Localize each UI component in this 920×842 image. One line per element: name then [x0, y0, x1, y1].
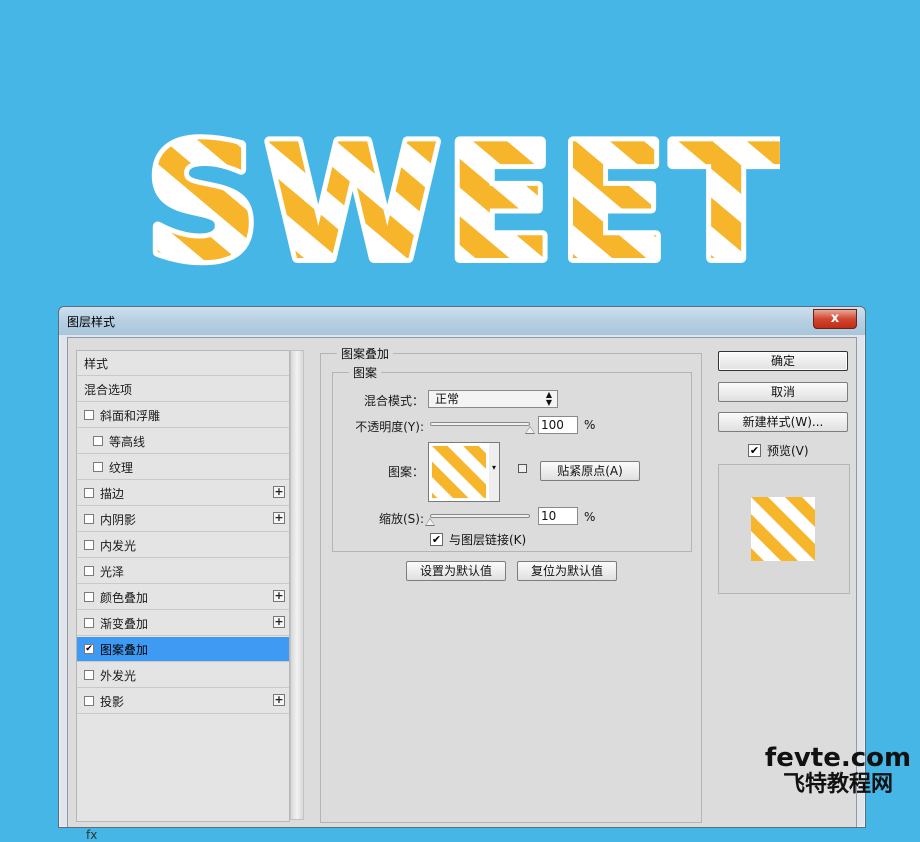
fx-icon[interactable]: fx	[86, 828, 97, 842]
style-list-label: 颜色叠加	[100, 590, 149, 605]
style-checkbox[interactable]	[84, 488, 94, 498]
style-list-item[interactable]: 纹理	[77, 455, 289, 480]
close-icon: x	[830, 311, 840, 326]
preview-label: 预览(V)	[767, 444, 809, 458]
style-checkbox[interactable]	[84, 618, 94, 628]
add-effect-icon[interactable]: +	[273, 590, 285, 602]
style-preview-thumbnail	[751, 497, 815, 561]
style-list-label: 光泽	[100, 564, 125, 579]
scale-input[interactable]: 10	[538, 507, 578, 525]
style-list-label: 等高线	[109, 434, 146, 449]
style-checkbox[interactable]	[93, 436, 103, 446]
style-list-label: 内发光	[100, 538, 137, 553]
pattern-label: 图案：	[387, 465, 424, 479]
style-checkbox[interactable]	[84, 696, 94, 706]
link-with-layer-checkbox[interactable]: ✔ 与图层链接(K)	[430, 531, 526, 548]
style-list-item[interactable]: 投影 +	[77, 689, 289, 714]
preview-checkbox[interactable]: ✔ 预览(V)	[748, 442, 809, 459]
new-preset-icon[interactable]	[518, 464, 527, 473]
pattern-swatch[interactable]	[428, 442, 490, 502]
style-list-item[interactable]: 内阴影 +	[77, 507, 289, 532]
style-preview-box	[718, 464, 850, 594]
scale-slider[interactable]	[430, 514, 530, 518]
style-list-item[interactable]: 描边 +	[77, 481, 289, 506]
window-title: 图层样式	[67, 315, 116, 329]
style-list-item[interactable]: 斜面和浮雕	[77, 403, 289, 428]
link-checkbox-box[interactable]: ✔	[430, 533, 443, 546]
style-list-label: 内阴影	[100, 512, 137, 527]
close-button[interactable]: x	[813, 309, 857, 329]
style-list-label: 斜面和浮雕	[100, 408, 161, 423]
style-checkbox[interactable]	[84, 410, 94, 420]
scale-unit: %	[584, 510, 596, 524]
style-checkbox[interactable]: ✔	[84, 644, 94, 654]
style-list-item[interactable]: 外发光	[77, 663, 289, 688]
style-checkbox[interactable]	[84, 670, 94, 680]
set-default-button[interactable]: 设置为默认值	[406, 561, 506, 581]
section-title: 图案叠加	[337, 345, 394, 362]
opacity-input[interactable]: 100	[538, 416, 578, 434]
preview-checkbox-box[interactable]: ✔	[748, 444, 761, 457]
opacity-label: 不透明度(Y):	[355, 420, 424, 434]
style-checkbox[interactable]	[93, 462, 103, 472]
chevron-down-icon: ▾	[491, 463, 496, 472]
style-list-label: 样式	[84, 356, 109, 371]
link-label: 与图层链接(K)	[449, 533, 527, 547]
style-list-item[interactable]: 渐变叠加 +	[77, 611, 289, 636]
style-checkbox[interactable]	[84, 566, 94, 576]
style-checkbox[interactable]	[84, 514, 94, 524]
add-effect-icon[interactable]: +	[273, 512, 285, 524]
style-list-label: 纹理	[109, 460, 134, 475]
updown-icon: ▲ ▼	[545, 390, 552, 407]
style-list-item[interactable]: 内发光	[77, 533, 289, 558]
ok-button[interactable]: 确定	[718, 351, 848, 371]
blend-mode-label: 混合模式：	[363, 394, 424, 408]
style-list-label: 渐变叠加	[100, 616, 149, 631]
sweet-artwork: SWEET	[150, 104, 780, 285]
add-effect-icon[interactable]: +	[273, 694, 285, 706]
add-effect-icon[interactable]: +	[273, 486, 285, 498]
opacity-slider-thumb[interactable]	[525, 426, 535, 434]
layer-style-dialog: 图层样式 x 样式混合选项斜面和浮雕等高线纹理描边 + 内阴影 + 内发光光泽颜色叠加 +…	[58, 306, 866, 842]
watermark-site-name: 飞特教程网	[782, 772, 893, 797]
scale-slider-thumb[interactable]	[425, 518, 435, 526]
snap-to-origin-button[interactable]: 贴紧原点(A)	[540, 461, 640, 481]
reset-default-button[interactable]: 复位为默认值	[517, 561, 617, 581]
opacity-slider[interactable]	[430, 422, 530, 426]
opacity-unit: %	[584, 418, 596, 432]
scale-label: 缩放(S):	[378, 512, 424, 526]
style-list-label: 外发光	[100, 668, 137, 683]
style-list-label: 图案叠加	[100, 642, 149, 657]
style-list-item[interactable]: 光泽	[77, 559, 289, 584]
watermark-domain: fevte.com	[764, 743, 912, 773]
artwork-text: SWEET	[150, 109, 780, 285]
style-list: 样式混合选项斜面和浮雕等高线纹理描边 + 内阴影 + 内发光光泽颜色叠加 + 渐变叠加 + ✔ 图…	[76, 350, 290, 822]
style-list-item[interactable]: 混合选项	[77, 377, 289, 402]
style-list-label: 描边	[100, 486, 125, 501]
style-list-label: 混合选项	[84, 382, 133, 397]
new-style-button[interactable]: 新建样式(W)...	[718, 412, 848, 432]
style-list-label: 投影	[100, 694, 125, 709]
style-list-item[interactable]: 样式	[77, 351, 289, 376]
style-list-item[interactable]: 颜色叠加 +	[77, 585, 289, 610]
cancel-button[interactable]: 取消	[718, 382, 848, 402]
watermark: fevte.com 飞特教程网	[758, 744, 918, 798]
dialog-body: 样式混合选项斜面和浮雕等高线纹理描边 + 内阴影 + 内发光光泽颜色叠加 + 渐变叠加 + ✔ 图…	[67, 337, 857, 842]
blend-mode-select[interactable]: 正常 ▲ ▼	[428, 390, 558, 408]
style-list-scrollbar[interactable]	[290, 350, 304, 820]
group-title: 图案	[349, 364, 382, 381]
style-checkbox[interactable]	[84, 592, 94, 602]
style-list-item[interactable]: ✔ 图案叠加	[77, 637, 289, 662]
style-list-item[interactable]: 等高线	[77, 429, 289, 454]
blend-mode-value: 正常	[435, 392, 460, 406]
title-bar[interactable]: 图层样式 x	[59, 307, 865, 335]
pattern-picker-arrow[interactable]: ▾	[489, 442, 500, 502]
add-effect-icon[interactable]: +	[273, 616, 285, 628]
style-checkbox[interactable]	[84, 540, 94, 550]
